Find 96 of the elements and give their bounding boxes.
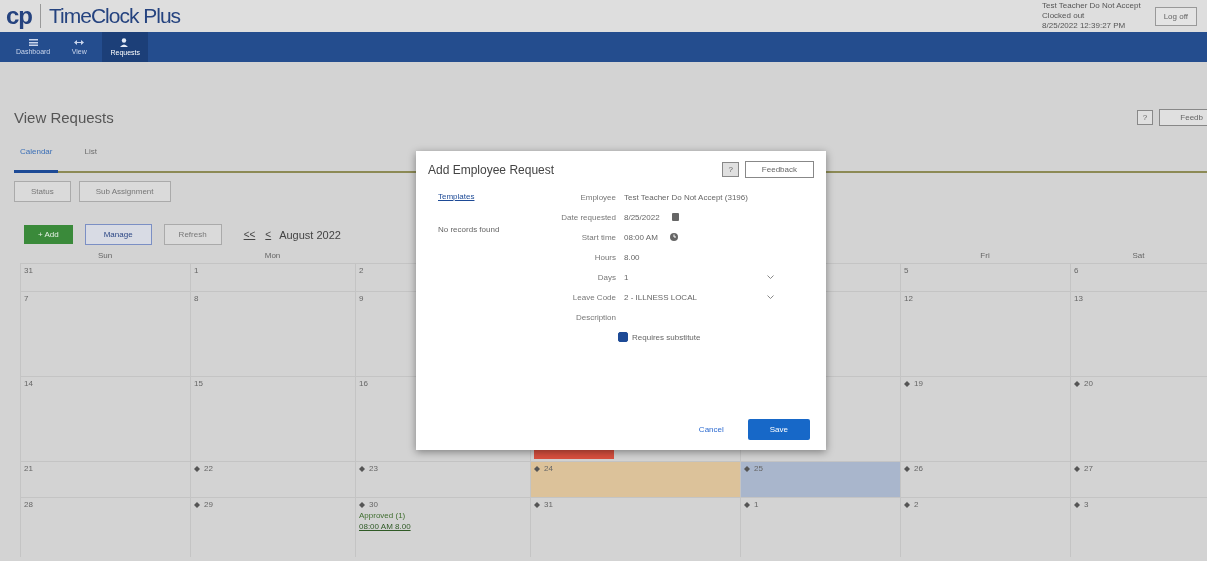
day-number: 1	[754, 500, 759, 509]
user-name: Test Teacher Do Not Accept	[1042, 1, 1141, 11]
field-value: Test Teacher Do Not Accept (3196)	[624, 192, 748, 202]
day-number: 16	[359, 379, 368, 388]
diamond-icon[interactable]	[359, 465, 365, 472]
log-off-button[interactable]: Log off	[1154, 6, 1197, 26]
day-number: 20	[1084, 379, 1093, 388]
chevron-down-icon[interactable]	[767, 274, 774, 280]
refresh-button[interactable]: Refresh	[163, 224, 222, 245]
diamond-icon[interactable]	[744, 501, 750, 508]
tab[interactable]: Calendar	[14, 147, 59, 173]
empty-message: No records found	[438, 225, 501, 234]
diamond-icon[interactable]	[904, 501, 910, 508]
save-button[interactable]: Save	[747, 419, 810, 440]
logo-text: TimeClock Plus	[40, 4, 181, 28]
diamond-icon[interactable]	[194, 465, 200, 472]
field-value[interactable]: 8/25/2022	[624, 212, 660, 222]
field-value[interactable]: 08:00 AM	[624, 232, 658, 242]
manage-button[interactable]: Manage	[84, 224, 152, 245]
weekday-label: Fri	[980, 251, 990, 260]
add-button[interactable]: + Add	[24, 225, 73, 244]
logo-mark: cp	[6, 2, 32, 30]
diamond-icon[interactable]	[534, 501, 540, 508]
weekday-label: Sat	[1132, 251, 1145, 260]
weekday-label: Mon	[264, 251, 281, 260]
day-number: 12	[904, 294, 913, 303]
day-number: 21	[24, 464, 33, 473]
diamond-icon[interactable]	[1074, 465, 1080, 472]
clock-status: Clocked out	[1042, 11, 1086, 21]
arrows-icon	[74, 39, 85, 46]
month-title: August 2022	[279, 228, 341, 241]
tab[interactable]: List	[78, 147, 103, 173]
day-number: 22	[204, 464, 213, 473]
help-button[interactable]: ?	[722, 162, 739, 177]
day-number: 28	[24, 500, 33, 509]
diamond-icon[interactable]	[744, 465, 750, 472]
day-number: 15	[194, 379, 203, 388]
field-value: 8.00	[624, 252, 640, 262]
chevron-down-icon[interactable]	[767, 294, 774, 300]
day-number: 27	[1084, 464, 1093, 473]
templates-link[interactable]: Templates	[438, 192, 544, 201]
field-label: Employee	[579, 192, 616, 202]
page-title: View Requests	[14, 108, 114, 126]
field-label: Days	[596, 272, 616, 282]
previous-month-link[interactable]: <	[265, 229, 272, 240]
feedback-button[interactable]: Feedb	[1159, 108, 1207, 126]
day-number: 7	[24, 294, 29, 303]
day-number: 30	[369, 500, 378, 509]
day-number: 2	[914, 500, 919, 509]
day-number: 5	[904, 266, 909, 275]
date-time: 8/25/2022 12:39:27 PM	[1042, 21, 1127, 31]
filter-dropdown[interactable]: Sub Assignment	[78, 181, 171, 202]
field-label: Description	[575, 312, 616, 322]
day-number: 1	[194, 266, 199, 275]
day-number: 14	[24, 379, 33, 388]
clock-icon[interactable]	[669, 233, 678, 241]
diamond-icon[interactable]	[904, 465, 910, 472]
day-number: 3	[1084, 500, 1089, 509]
field-label: Start time	[580, 232, 616, 242]
day-number: 19	[914, 379, 923, 388]
select-field[interactable]: 1	[624, 272, 774, 282]
day-number: 25	[754, 464, 763, 473]
dialog-title: Add Employee Request	[428, 162, 555, 177]
day-number: 31	[544, 500, 553, 509]
diamond-icon[interactable]	[1074, 501, 1080, 508]
cancel-link[interactable]: Cancel	[698, 425, 724, 434]
day-number: 23	[369, 464, 378, 473]
day-number: 24	[544, 464, 553, 473]
event-link[interactable]: 08:00 AM 8.00	[359, 522, 527, 531]
list-icon	[28, 39, 38, 46]
day-number: 26	[914, 464, 923, 473]
checkbox[interactable]	[618, 332, 628, 342]
field-label: Hours	[593, 252, 616, 262]
day-number: 8	[194, 294, 199, 303]
event-status: Approved (1)	[359, 511, 407, 520]
field-label: Leave Code	[571, 292, 616, 302]
checkbox-label: Requires substitute	[632, 332, 701, 342]
previous-year-link[interactable]: <<	[243, 229, 256, 240]
select-field[interactable]: 2 - ILLNESS LOCAL	[624, 292, 774, 302]
filter-dropdown[interactable]: Status	[14, 181, 71, 202]
day-number: 31	[24, 266, 33, 275]
diamond-icon[interactable]	[194, 501, 200, 508]
day-number: 13	[1074, 294, 1083, 303]
diamond-icon[interactable]	[1074, 380, 1080, 387]
diamond-icon[interactable]	[359, 501, 365, 508]
day-number: 6	[1074, 266, 1079, 275]
day-number: 29	[204, 500, 213, 509]
day-number: 9	[359, 294, 364, 303]
field-label: Date requested	[560, 212, 616, 222]
diamond-icon[interactable]	[534, 465, 540, 472]
day-number: 2	[359, 266, 364, 275]
feedback-button[interactable]: Feedback	[744, 161, 814, 178]
help-button[interactable]: ?	[1136, 109, 1154, 125]
calendar-icon[interactable]	[671, 213, 679, 221]
weekday-label: Sun	[97, 251, 113, 260]
diamond-icon[interactable]	[904, 380, 910, 387]
